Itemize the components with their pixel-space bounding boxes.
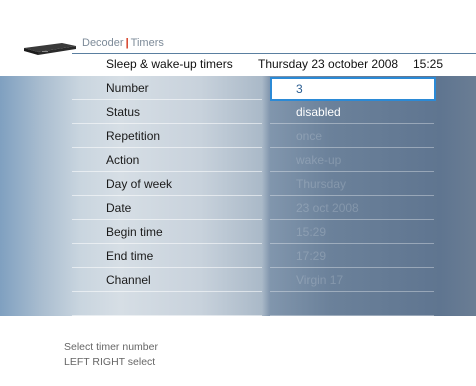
date-field[interactable]: 23 oct 2008 xyxy=(270,196,434,220)
set-top-box-icon xyxy=(24,43,76,55)
current-time: 15:25 xyxy=(413,57,444,71)
label-end-time: End time xyxy=(72,244,262,268)
help-text-line-2: LEFT RIGHT select xyxy=(64,356,156,368)
breadcrumb: Decoder | Timers xyxy=(82,37,164,49)
label-repetition: Repetition xyxy=(72,124,262,148)
status-field[interactable]: disabled xyxy=(270,100,434,124)
repetition-field[interactable]: once xyxy=(270,124,434,148)
label-channel: Channel xyxy=(72,268,262,292)
empty-value-row xyxy=(270,292,434,316)
begin-time-field[interactable]: 15:29 xyxy=(270,220,434,244)
field-labels: Number Status Repetition Action Day of w… xyxy=(0,76,262,316)
timer-screen: Decoder | Timers Sleep & wake-up timers Th… xyxy=(0,0,476,386)
channel-field[interactable]: Virgin 17 xyxy=(270,268,434,292)
current-date: Thursday 23 october 2008 xyxy=(258,57,399,71)
label-status: Status xyxy=(72,100,262,124)
label-date: Date xyxy=(72,196,262,220)
label-number: Number xyxy=(72,76,262,100)
action-field[interactable]: wake-up xyxy=(270,148,434,172)
breadcrumb-timers: Timers xyxy=(130,37,164,49)
label-day-of-week: Day of week xyxy=(72,172,262,196)
label-begin-time: Begin time xyxy=(72,220,262,244)
header-divider xyxy=(72,53,476,54)
page-title: Sleep & wake-up timers xyxy=(106,57,233,71)
help-text-line-1: Select timer number xyxy=(64,341,158,353)
timer-settings-panel: Number Status Repetition Action Day of w… xyxy=(0,76,476,316)
breadcrumb-decoder: Decoder xyxy=(82,37,124,49)
breadcrumb-separator: | xyxy=(125,37,129,49)
number-field[interactable]: 3 xyxy=(270,77,436,101)
label-empty-row xyxy=(72,292,262,316)
label-action: Action xyxy=(72,148,262,172)
field-values: 3 disabled once wake-up Thursday 23 oct … xyxy=(264,76,476,316)
day-of-week-field[interactable]: Thursday xyxy=(270,172,434,196)
end-time-field[interactable]: 17:29 xyxy=(270,244,434,268)
